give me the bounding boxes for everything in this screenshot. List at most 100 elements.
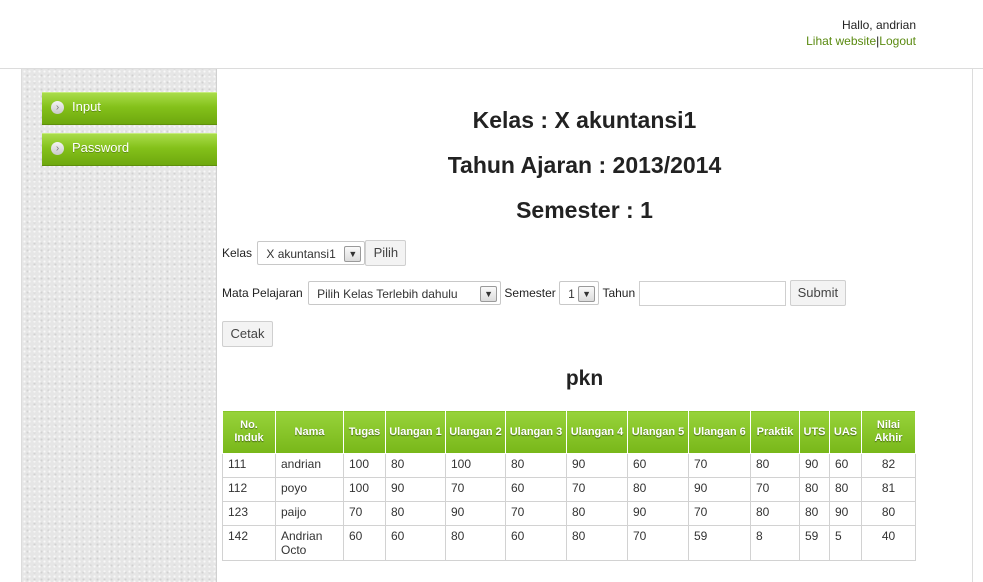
table-cell: Andrian Octo (275, 525, 344, 561)
table-cell: 80 (861, 501, 916, 526)
chevron-down-icon: ▼ (344, 246, 362, 262)
table-cell: 80 (385, 501, 446, 526)
column-header: Nilai Akhir (861, 410, 916, 454)
table-cell: 90 (688, 477, 751, 502)
sidebar-item-input[interactable]: › Input (42, 92, 217, 125)
semester-label: Semester (504, 286, 556, 300)
table-cell: 70 (627, 525, 689, 561)
table-cell: 123 (222, 501, 276, 526)
table-cell: 60 (829, 453, 862, 478)
sidebar-item-password[interactable]: › Password (42, 133, 217, 166)
main-content: Kelas : X akuntansi1 Tahun Ajaran : 2013… (217, 69, 972, 582)
column-header: Ulangan 4 (566, 410, 628, 454)
table-cell: 90 (799, 453, 830, 478)
chevron-right-icon: › (51, 142, 64, 155)
table-cell: andrian (275, 453, 344, 478)
subject-label: Mata Pelajaran (222, 286, 303, 300)
column-header: No. Induk (222, 410, 276, 454)
table-cell: 90 (627, 501, 689, 526)
subject-select[interactable]: Pilih Kelas Terlebih dahulu ▼ (308, 281, 502, 305)
table-cell: 70 (566, 477, 628, 502)
table-cell: 90 (829, 501, 862, 526)
table-cell: 142 (222, 525, 276, 561)
table-cell: 70 (343, 501, 386, 526)
table-cell: 5 (829, 525, 862, 561)
table-cell: 112 (222, 477, 276, 502)
column-header: UAS (829, 410, 862, 454)
column-header: Ulangan 3 (505, 410, 567, 454)
class-select-value: X akuntansi1 (266, 247, 336, 261)
class-heading: Kelas : X akuntansi1 (472, 107, 697, 133)
semester-heading: Semester : 1 (516, 197, 653, 223)
column-header: Tugas (343, 410, 386, 454)
table-cell: poyo (275, 477, 344, 502)
table-cell: 70 (688, 501, 751, 526)
semester-select-value: 1 (568, 287, 575, 301)
table-row: 112 poyo 100 90 70 60 70 80 90 70 80 80 … (222, 477, 916, 502)
logout-link[interactable]: Logout (879, 34, 916, 48)
table-cell: 60 (505, 477, 567, 502)
table-cell: 60 (627, 453, 689, 478)
table-cell: 80 (799, 501, 830, 526)
submit-button[interactable]: Submit (789, 280, 846, 306)
table-cell: 100 (445, 453, 506, 478)
semester-select[interactable]: 1 ▼ (559, 281, 600, 305)
table-cell: 100 (343, 477, 386, 502)
table-header-row: No. Induk Nama Tugas Ulangan 1 Ulangan 2… (222, 410, 916, 454)
column-header: Ulangan 6 (688, 410, 751, 454)
header-links: Lihat website|Logout (806, 34, 916, 48)
sidebar: › Input › Password (22, 69, 217, 582)
sidebar-item-label: Password (72, 140, 130, 155)
class-select[interactable]: X akuntansi1 ▼ (257, 241, 366, 265)
table-cell: 111 (222, 453, 276, 478)
table-cell: 60 (505, 525, 567, 561)
column-header: Ulangan 1 (385, 410, 446, 454)
print-row: Cetak (222, 321, 273, 347)
chevron-right-icon: › (51, 101, 64, 114)
class-select-row: Kelas X akuntansi1 ▼ Pilih (222, 240, 407, 266)
table-cell: 82 (861, 453, 916, 478)
table-cell: 80 (566, 525, 628, 561)
table-row: 111 andrian 100 80 100 80 90 60 70 80 90… (222, 453, 916, 478)
table-cell: 80 (627, 477, 689, 502)
table-row: 123 paijo 70 80 90 70 80 90 70 80 80 90 … (222, 501, 916, 526)
right-border (972, 69, 973, 582)
table-cell: 80 (750, 453, 800, 478)
year-input[interactable] (638, 280, 786, 306)
table-cell: 90 (566, 453, 628, 478)
table-cell: 70 (688, 453, 751, 478)
column-header: UTS (799, 410, 830, 454)
table-cell: 80 (829, 477, 862, 502)
table-cell: 8 (750, 525, 800, 561)
pilih-button[interactable]: Pilih (365, 240, 407, 266)
column-header: Nama (275, 410, 344, 454)
subject-filter-row: Mata Pelajaran Pilih Kelas Terlebih dahu… (222, 280, 846, 306)
table-cell: 70 (505, 501, 567, 526)
subject-select-value: Pilih Kelas Terlebih dahulu (317, 287, 458, 301)
table-cell: 59 (688, 525, 751, 561)
column-header: Ulangan 5 (627, 410, 689, 454)
academic-year-heading: Tahun Ajaran : 2013/2014 (447, 152, 722, 178)
column-header: Ulangan 2 (445, 410, 506, 454)
table-row: 142 Andrian Octo 60 60 80 60 80 70 59 8 … (222, 525, 916, 561)
table-cell: 80 (750, 501, 800, 526)
chevron-down-icon: ▼ (578, 286, 596, 302)
table-cell: 70 (750, 477, 800, 502)
column-header: Praktik (750, 410, 800, 454)
year-label: Tahun (602, 286, 636, 300)
table-cell: 100 (343, 453, 386, 478)
table-cell: 80 (445, 525, 506, 561)
subject-table-title: pkn (565, 367, 604, 390)
cetak-button[interactable]: Cetak (222, 321, 273, 347)
view-website-link[interactable]: Lihat website (806, 34, 876, 48)
class-label: Kelas (222, 246, 253, 260)
table-cell: 70 (445, 477, 506, 502)
table-cell: 60 (343, 525, 386, 561)
sidebar-item-label: Input (72, 99, 101, 114)
chevron-down-icon: ▼ (480, 286, 498, 302)
greeting-text: Hallo, andrian (841, 18, 916, 32)
table-cell: 80 (505, 453, 567, 478)
table-cell: 90 (385, 477, 446, 502)
table-cell: 80 (385, 453, 446, 478)
table-cell: 40 (861, 525, 916, 561)
